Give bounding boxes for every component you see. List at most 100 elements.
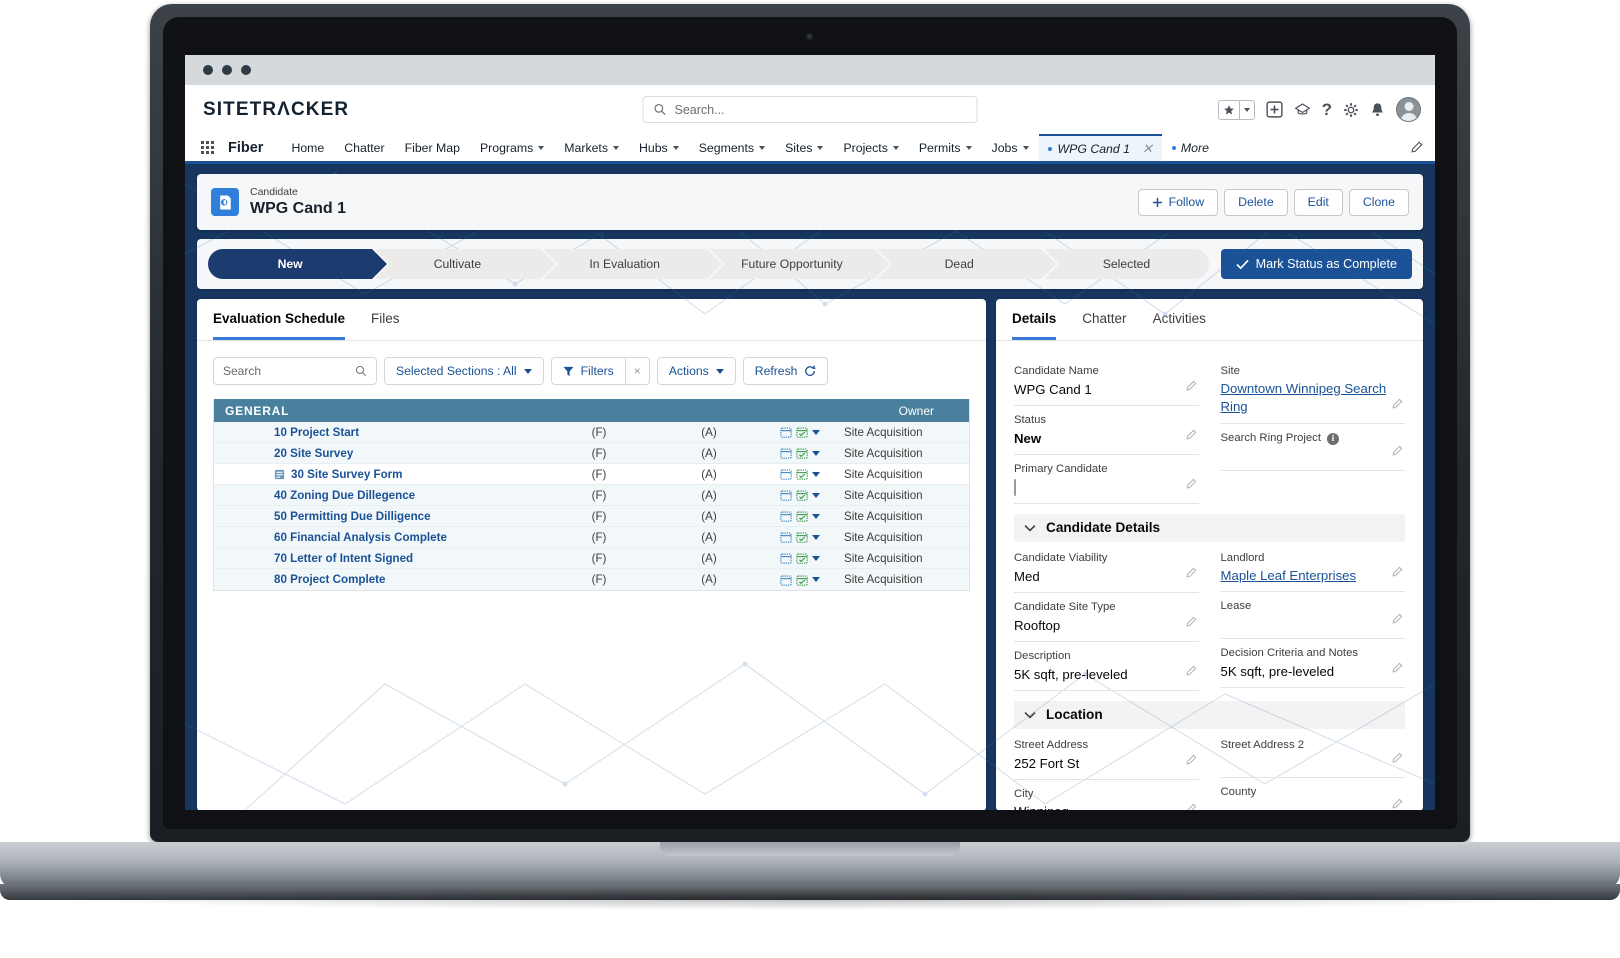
- milestone-name-link[interactable]: 50 Permitting Due Dilligence: [214, 510, 544, 523]
- edit-pencil-icon[interactable]: [1391, 565, 1403, 583]
- learning-icon[interactable]: [1294, 102, 1311, 117]
- favorites-caret-icon[interactable]: [1239, 101, 1254, 119]
- edit-pencil-icon[interactable]: [1391, 612, 1403, 630]
- actual-calendar-check-icon[interactable]: [796, 510, 808, 522]
- edit-pencil-icon[interactable]: [1391, 444, 1403, 462]
- forecast-calendar-icon[interactable]: [780, 510, 792, 522]
- nav-item-fiber-map[interactable]: Fiber Map: [395, 134, 470, 161]
- edit-pencil-icon[interactable]: [1185, 477, 1197, 495]
- follow-button[interactable]: Follow: [1138, 189, 1219, 216]
- forecast-calendar-icon[interactable]: [780, 426, 792, 438]
- window-maximize-button[interactable]: [241, 65, 251, 75]
- path-step-cultivate[interactable]: Cultivate: [375, 249, 539, 279]
- nav-item-chatter[interactable]: Chatter: [334, 134, 394, 161]
- schedule-search-input[interactable]: Search: [213, 357, 377, 385]
- actual-calendar-check-icon[interactable]: [796, 489, 808, 501]
- site-link[interactable]: Downtown Winnipeg Search Ring: [1221, 380, 1406, 417]
- actual-calendar-check-icon[interactable]: [796, 468, 808, 480]
- forecast-calendar-icon[interactable]: [780, 447, 792, 459]
- edit-pencil-icon[interactable]: [1185, 566, 1197, 584]
- edit-pencil-icon[interactable]: [1391, 661, 1403, 679]
- path-step-new[interactable]: New: [208, 249, 372, 279]
- milestone-name-link[interactable]: 60 Financial Analysis Complete: [214, 531, 544, 544]
- row-menu-chevron-icon[interactable]: [812, 493, 820, 498]
- tab-details[interactable]: Details: [1012, 311, 1056, 340]
- nav-item-home[interactable]: Home: [281, 134, 334, 161]
- actual-calendar-check-icon[interactable]: [796, 574, 808, 586]
- edit-pencil-icon[interactable]: [1391, 797, 1403, 810]
- tab-chatter[interactable]: Chatter: [1082, 311, 1126, 340]
- add-icon[interactable]: [1266, 101, 1283, 118]
- row-menu-chevron-icon[interactable]: [812, 451, 820, 456]
- forecast-calendar-icon[interactable]: [780, 489, 792, 501]
- favorites-control[interactable]: [1218, 100, 1255, 120]
- path-step-in-evaluation[interactable]: In Evaluation: [543, 249, 707, 279]
- filters-button[interactable]: Filters: [551, 357, 625, 385]
- edit-pencil-icon[interactable]: [1391, 397, 1403, 415]
- path-step-selected[interactable]: Selected: [1044, 249, 1208, 279]
- forecast-calendar-icon[interactable]: [780, 552, 792, 564]
- row-menu-chevron-icon[interactable]: [812, 514, 820, 519]
- table-row[interactable]: 50 Permitting Due Dilligence (F) (A) Sit…: [214, 506, 969, 527]
- edit-pencil-icon[interactable]: [1185, 379, 1197, 397]
- section-location[interactable]: Location: [1014, 701, 1405, 729]
- section-candidate-details[interactable]: Candidate Details: [1014, 514, 1405, 542]
- help-icon[interactable]: ?: [1322, 100, 1332, 120]
- primary-candidate-checkbox[interactable]: [1014, 479, 1016, 496]
- nav-item-projects[interactable]: Projects: [833, 134, 908, 161]
- row-menu-chevron-icon[interactable]: [812, 577, 820, 582]
- clear-filters-icon[interactable]: ×: [625, 357, 650, 385]
- edit-pencil-icon[interactable]: [1185, 802, 1197, 810]
- global-search-input[interactable]: Search...: [643, 96, 978, 123]
- edit-pencil-icon[interactable]: [1185, 664, 1197, 682]
- milestone-name-link[interactable]: 70 Letter of Intent Signed: [214, 552, 544, 565]
- milestone-name-link[interactable]: 20 Site Survey: [214, 447, 544, 460]
- nav-item-more[interactable]: More: [1162, 134, 1224, 161]
- forecast-calendar-icon[interactable]: [780, 531, 792, 543]
- landlord-link[interactable]: Maple Leaf Enterprises: [1221, 567, 1406, 585]
- delete-button[interactable]: Delete: [1224, 189, 1288, 216]
- table-row[interactable]: 60 Financial Analysis Complete (F) (A) S…: [214, 527, 969, 548]
- forecast-calendar-icon[interactable]: [780, 574, 792, 586]
- favorites-star-icon[interactable]: [1219, 101, 1239, 119]
- path-step-dead[interactable]: Dead: [877, 249, 1041, 279]
- row-menu-chevron-icon[interactable]: [812, 556, 820, 561]
- info-icon[interactable]: i: [1327, 433, 1339, 445]
- tab-files[interactable]: Files: [371, 311, 400, 340]
- mark-status-complete-button[interactable]: Mark Status as Complete: [1221, 249, 1412, 279]
- window-minimize-button[interactable]: [222, 65, 232, 75]
- edit-pencil-icon[interactable]: [1185, 428, 1197, 446]
- table-row[interactable]: 20 Site Survey (F) (A) Site Acquisition: [214, 443, 969, 464]
- form-icon[interactable]: [274, 469, 285, 480]
- actual-calendar-check-icon[interactable]: [796, 552, 808, 564]
- row-menu-chevron-icon[interactable]: [812, 472, 820, 477]
- nav-tab-wpg-cand-1[interactable]: WPG Cand 1 ✕: [1039, 134, 1162, 161]
- nav-item-permits[interactable]: Permits: [909, 134, 982, 161]
- row-menu-chevron-icon[interactable]: [812, 535, 820, 540]
- edit-pencil-icon[interactable]: [1391, 751, 1403, 769]
- tab-activities[interactable]: Activities: [1153, 311, 1206, 340]
- window-close-button[interactable]: [203, 65, 213, 75]
- milestone-name-link[interactable]: 40 Zoning Due Dillegence: [214, 489, 544, 502]
- actual-calendar-check-icon[interactable]: [796, 426, 808, 438]
- row-menu-chevron-icon[interactable]: [812, 430, 820, 435]
- actual-calendar-check-icon[interactable]: [796, 531, 808, 543]
- close-icon[interactable]: ✕: [1142, 141, 1153, 157]
- edit-button[interactable]: Edit: [1294, 189, 1343, 216]
- nav-item-markets[interactable]: Markets: [554, 134, 629, 161]
- table-row[interactable]: 40 Zoning Due Dillegence (F) (A) Site Ac…: [214, 485, 969, 506]
- sitetracker-logo[interactable]: SITETRΛCKER: [203, 99, 349, 121]
- edit-navigation-pencil-icon[interactable]: [1410, 134, 1435, 161]
- table-row[interactable]: 80 Project Complete (F) (A) Site Acquisi…: [214, 569, 969, 590]
- app-launcher-icon[interactable]: [201, 134, 214, 161]
- nav-item-segments[interactable]: Segments: [689, 134, 775, 161]
- selected-sections-dropdown[interactable]: Selected Sections : All: [384, 357, 544, 385]
- setup-gear-icon[interactable]: [1343, 102, 1359, 118]
- tab-evaluation-schedule[interactable]: Evaluation Schedule: [213, 311, 345, 340]
- table-row[interactable]: 10 Project Start (F) (A) Site Acquisitio…: [214, 422, 969, 443]
- forecast-calendar-icon[interactable]: [780, 468, 792, 480]
- clone-button[interactable]: Clone: [1349, 189, 1409, 216]
- refresh-button[interactable]: Refresh: [743, 357, 829, 385]
- path-step-future-opportunity[interactable]: Future Opportunity: [710, 249, 874, 279]
- milestone-name-link[interactable]: 10 Project Start: [214, 426, 544, 439]
